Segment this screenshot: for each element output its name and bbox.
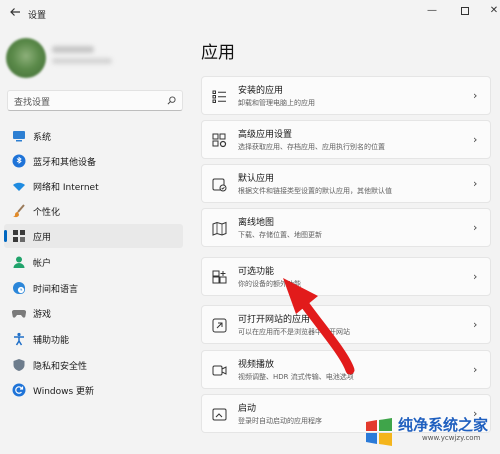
sidebar-item-apps[interactable]: 应用 xyxy=(4,224,183,248)
brush-icon xyxy=(13,204,25,218)
card-optional-features[interactable]: 可选功能 你的设备的额外功能 › xyxy=(201,257,491,296)
maximize-button[interactable] xyxy=(455,3,475,19)
windows-logo-icon xyxy=(366,418,392,446)
chevron-right-icon: › xyxy=(473,363,478,376)
user-name-blurred xyxy=(52,46,94,53)
chevron-right-icon: › xyxy=(473,318,478,331)
sidebar-item-label: 时间和语言 xyxy=(33,285,79,295)
sidebar-item-windows-update[interactable]: Windows 更新 xyxy=(4,378,183,402)
list-icon xyxy=(212,90,226,103)
app-settings-icon xyxy=(212,133,227,148)
card-desc: 可以在应用而不是浏览器中打开网站 xyxy=(238,328,350,336)
avatar[interactable] xyxy=(6,38,46,78)
card-desc: 登录时自动启动的应用程序 xyxy=(238,417,322,425)
card-video-playback[interactable]: 视频播放 视频调整、HDR 流式传输、电池选项 › xyxy=(201,350,491,389)
watermark-logo: 纯净系统之家 www.ycwjzy.com xyxy=(360,407,500,454)
minimize-button[interactable]: — xyxy=(422,3,442,19)
card-desc: 你的设备的额外功能 xyxy=(238,280,301,288)
card-title: 离线地图 xyxy=(238,218,275,228)
update-icon xyxy=(12,383,26,397)
sidebar-item-label: 网络和 Internet xyxy=(33,183,99,193)
video-icon xyxy=(212,365,227,376)
back-button[interactable] xyxy=(7,6,23,22)
chevron-right-icon: › xyxy=(473,221,478,234)
sidebar-item-personalization[interactable]: 个性化 xyxy=(4,199,183,223)
card-offline-maps[interactable]: 离线地图 下载、存储位置、地图更新 › xyxy=(201,208,491,247)
card-default-apps[interactable]: 默认应用 根据文件和链接类型设置的默认应用，其他默认值 › xyxy=(201,164,491,203)
card-title: 启动 xyxy=(238,404,257,414)
sidebar-item-time-language[interactable]: 时间和语言 xyxy=(4,276,183,300)
sidebar-item-system[interactable]: 系统 xyxy=(4,124,183,148)
globe-clock-icon xyxy=(13,282,25,294)
apps-icon xyxy=(13,230,25,242)
map-icon xyxy=(212,221,227,236)
monitor-icon xyxy=(13,131,25,142)
search-box[interactable]: 查找设置 xyxy=(7,90,183,111)
sidebar-item-label: 应用 xyxy=(33,233,52,243)
card-installed-apps[interactable]: 安装的应用 卸载和管理电脑上的应用 › xyxy=(201,76,491,115)
sidebar-item-label: 帐户 xyxy=(33,259,52,269)
close-button[interactable]: ✕ xyxy=(484,3,500,19)
card-desc: 选择获取应用、存档应用、应用执行别名的位置 xyxy=(238,143,385,151)
card-advanced-app-settings[interactable]: 高级应用设置 选择获取应用、存档应用、应用执行别名的位置 › xyxy=(201,120,491,159)
card-title: 高级应用设置 xyxy=(238,130,293,140)
sidebar-item-label: Windows 更新 xyxy=(33,387,95,397)
sidebar-item-accounts[interactable]: 帐户 xyxy=(4,250,183,274)
startup-icon xyxy=(212,408,227,421)
chevron-right-icon: › xyxy=(473,270,478,283)
sidebar-item-bluetooth[interactable]: 蓝牙和其他设备 xyxy=(4,149,183,173)
chevron-right-icon: › xyxy=(473,89,478,102)
card-desc: 根据文件和链接类型设置的默认应用，其他默认值 xyxy=(238,187,392,195)
card-desc: 卸载和管理电脑上的应用 xyxy=(238,99,315,107)
search-input[interactable]: 查找设置 xyxy=(14,95,50,108)
wifi-icon xyxy=(13,182,25,191)
title-bar: 设置 — ✕ xyxy=(0,0,500,28)
window-title: 设置 xyxy=(28,11,47,21)
chevron-right-icon: › xyxy=(473,133,478,146)
card-title: 视频播放 xyxy=(238,360,275,370)
card-title: 可打开网站的应用 xyxy=(238,315,311,325)
web-app-icon xyxy=(212,318,227,333)
person-icon xyxy=(13,256,25,268)
arrow-left-icon xyxy=(10,8,20,16)
card-title: 可选功能 xyxy=(238,267,275,277)
watermark-title: 纯净系统之家 xyxy=(398,416,489,434)
sidebar-item-privacy[interactable]: 隐私和安全性 xyxy=(4,353,183,377)
search-icon[interactable] xyxy=(167,96,176,105)
sidebar-item-label: 辅助功能 xyxy=(33,336,70,346)
chevron-right-icon: › xyxy=(473,177,478,190)
sidebar-item-label: 个性化 xyxy=(33,208,61,218)
bluetooth-icon xyxy=(12,154,26,168)
sidebar-item-label: 隐私和安全性 xyxy=(33,362,88,372)
sidebar-item-label: 游戏 xyxy=(33,310,52,320)
shield-icon xyxy=(13,359,25,371)
user-email-blurred xyxy=(52,58,112,64)
card-title: 默认应用 xyxy=(238,174,275,184)
card-apps-for-websites[interactable]: 可打开网站的应用 可以在应用而不是浏览器中打开网站 › xyxy=(201,305,491,344)
page-title: 应用 xyxy=(201,43,235,63)
default-app-icon xyxy=(212,178,227,192)
sidebar-item-label: 系统 xyxy=(33,133,52,143)
accessibility-icon xyxy=(14,332,24,346)
active-indicator xyxy=(4,230,7,242)
optional-features-icon xyxy=(212,270,227,284)
sidebar-item-network[interactable]: 网络和 Internet xyxy=(4,174,183,198)
sidebar-item-accessibility[interactable]: 辅助功能 xyxy=(4,327,183,351)
maximize-icon xyxy=(461,7,469,15)
card-title: 安装的应用 xyxy=(238,86,284,96)
sidebar-item-label: 蓝牙和其他设备 xyxy=(33,158,97,168)
gamepad-icon xyxy=(12,309,26,318)
card-desc: 下载、存储位置、地图更新 xyxy=(238,231,322,239)
sidebar-item-gaming[interactable]: 游戏 xyxy=(4,301,183,325)
card-desc: 视频调整、HDR 流式传输、电池选项 xyxy=(238,373,354,381)
watermark-url: www.ycwjzy.com xyxy=(422,434,481,442)
